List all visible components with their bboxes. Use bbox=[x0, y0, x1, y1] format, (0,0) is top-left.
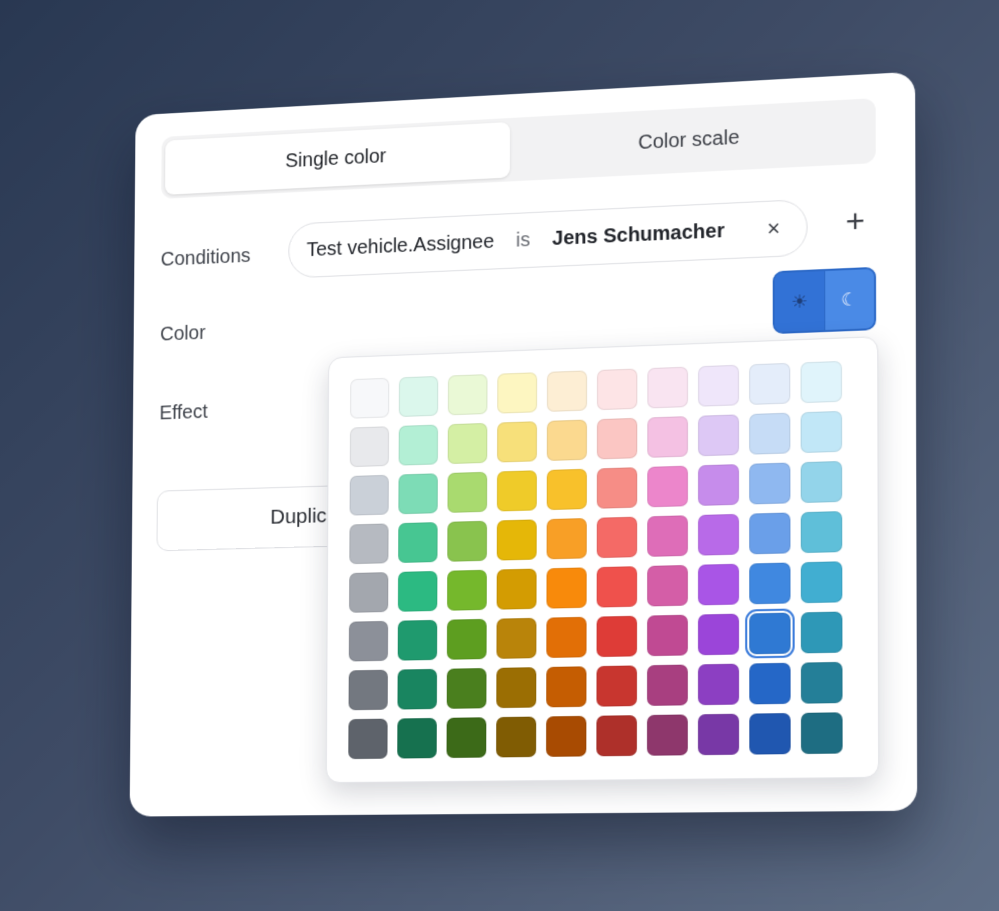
color-swatch[interactable] bbox=[800, 360, 842, 404]
color-swatch[interactable] bbox=[698, 513, 739, 556]
color-swatch[interactable] bbox=[398, 473, 438, 515]
moon-icon[interactable]: ☾ bbox=[823, 268, 875, 331]
color-mode-segmented-control: Single color Color scale bbox=[161, 98, 876, 199]
effect-label: Effect bbox=[159, 401, 208, 425]
add-condition-button[interactable]: + bbox=[834, 200, 876, 243]
condition-field: Test vehicle.Assignee bbox=[306, 230, 495, 261]
color-swatch[interactable] bbox=[597, 368, 638, 411]
color-swatch[interactable] bbox=[496, 716, 537, 758]
color-swatch[interactable] bbox=[800, 511, 843, 554]
color-swatch[interactable] bbox=[447, 422, 488, 465]
color-swatch[interactable] bbox=[800, 561, 843, 604]
color-swatch[interactable] bbox=[749, 662, 791, 705]
color-swatch[interactable] bbox=[446, 618, 487, 660]
color-swatch[interactable] bbox=[398, 424, 439, 466]
color-swatch[interactable] bbox=[546, 370, 588, 412]
color-swatch[interactable] bbox=[596, 516, 638, 559]
color-swatch[interactable] bbox=[496, 519, 537, 561]
color-swatch[interactable] bbox=[647, 465, 688, 508]
color-swatch[interactable] bbox=[546, 518, 587, 560]
color-swatch[interactable] bbox=[546, 419, 587, 461]
color-swatch[interactable] bbox=[348, 620, 389, 662]
color-swatch[interactable] bbox=[496, 667, 537, 709]
color-swatch[interactable] bbox=[749, 462, 791, 505]
color-swatch[interactable] bbox=[546, 567, 587, 609]
color-swatch[interactable] bbox=[348, 718, 388, 760]
color-swatch[interactable] bbox=[496, 470, 537, 512]
color-swatch[interactable] bbox=[596, 715, 637, 757]
color-swatch[interactable] bbox=[749, 362, 791, 405]
color-swatch[interactable] bbox=[447, 569, 487, 611]
color-swatch[interactable] bbox=[596, 615, 638, 658]
color-swatch[interactable] bbox=[647, 564, 688, 607]
color-swatch[interactable] bbox=[447, 520, 487, 562]
color-swatch[interactable] bbox=[397, 717, 437, 759]
color-swatch[interactable] bbox=[698, 563, 739, 606]
color-swatch[interactable] bbox=[800, 611, 843, 654]
color-swatch[interactable] bbox=[647, 664, 688, 706]
color-swatch[interactable] bbox=[745, 608, 795, 659]
color-swatch[interactable] bbox=[698, 464, 739, 506]
color-swatch[interactable] bbox=[447, 471, 488, 513]
close-icon[interactable]: × bbox=[759, 214, 788, 244]
color-swatch[interactable] bbox=[800, 410, 843, 454]
color-swatch[interactable] bbox=[398, 522, 438, 563]
color-swatch[interactable] bbox=[749, 562, 791, 605]
color-swatch[interactable] bbox=[647, 416, 688, 458]
color-swatch[interactable] bbox=[397, 619, 438, 661]
color-swatch[interactable] bbox=[800, 460, 843, 504]
color-swatch[interactable] bbox=[348, 669, 388, 711]
color-swatch[interactable] bbox=[596, 665, 637, 707]
color-swatch[interactable] bbox=[546, 616, 587, 658]
rule-editor-panel: Single color Color scale Conditions Test… bbox=[129, 71, 918, 817]
color-swatch[interactable] bbox=[496, 568, 537, 610]
theme-toggle: ☀ ☾ bbox=[772, 266, 877, 335]
color-swatch[interactable] bbox=[446, 717, 487, 758]
color-swatch[interactable] bbox=[647, 714, 688, 756]
tab-single-color[interactable]: Single color bbox=[165, 121, 511, 195]
color-swatch[interactable] bbox=[647, 614, 688, 657]
color-swatch[interactable] bbox=[647, 515, 688, 557]
color-swatch[interactable] bbox=[698, 613, 740, 656]
color-swatch[interactable] bbox=[349, 426, 390, 468]
color-swatch[interactable] bbox=[349, 474, 389, 516]
color-swatch[interactable] bbox=[698, 414, 739, 457]
color-swatch[interactable] bbox=[546, 666, 587, 708]
condition-value: Jens Schumacher bbox=[552, 219, 725, 250]
color-swatch[interactable] bbox=[546, 715, 587, 757]
color-swatch[interactable] bbox=[497, 421, 537, 463]
color-swatch[interactable] bbox=[800, 712, 843, 754]
color-swatch[interactable] bbox=[749, 512, 791, 555]
sun-icon[interactable]: ☀ bbox=[774, 271, 824, 332]
color-label: Color bbox=[160, 322, 206, 346]
color-swatch[interactable] bbox=[446, 668, 487, 709]
color-swatch[interactable] bbox=[800, 661, 843, 704]
conditions-label: Conditions bbox=[160, 245, 251, 271]
color-swatch[interactable] bbox=[647, 366, 688, 409]
color-swatch[interactable] bbox=[546, 468, 587, 511]
color-swatch[interactable] bbox=[349, 572, 389, 613]
color-swatch-grid bbox=[348, 360, 855, 760]
color-swatch[interactable] bbox=[697, 713, 740, 756]
color-swatch[interactable] bbox=[749, 713, 791, 755]
tab-color-scale[interactable]: Color scale bbox=[510, 102, 872, 177]
color-swatch[interactable] bbox=[349, 523, 389, 565]
color-swatch[interactable] bbox=[397, 668, 438, 710]
color-swatch[interactable] bbox=[497, 372, 538, 414]
color-swatch[interactable] bbox=[596, 467, 638, 509]
condition-chip[interactable]: Test vehicle.Assignee is Jens Schumacher… bbox=[288, 198, 808, 279]
condition-operator: is bbox=[515, 228, 531, 252]
color-swatch[interactable] bbox=[496, 617, 537, 659]
color-swatch[interactable] bbox=[397, 570, 438, 612]
color-swatch[interactable] bbox=[596, 566, 638, 608]
color-swatch[interactable] bbox=[749, 412, 791, 455]
color-swatch[interactable] bbox=[698, 364, 739, 407]
color-picker-popover bbox=[325, 336, 880, 784]
color-swatch[interactable] bbox=[398, 375, 439, 418]
plus-icon: + bbox=[845, 201, 865, 240]
color-swatch[interactable] bbox=[698, 663, 740, 706]
color-swatch[interactable] bbox=[596, 417, 638, 460]
color-swatch[interactable] bbox=[350, 377, 390, 419]
color-swatch[interactable] bbox=[447, 374, 488, 416]
